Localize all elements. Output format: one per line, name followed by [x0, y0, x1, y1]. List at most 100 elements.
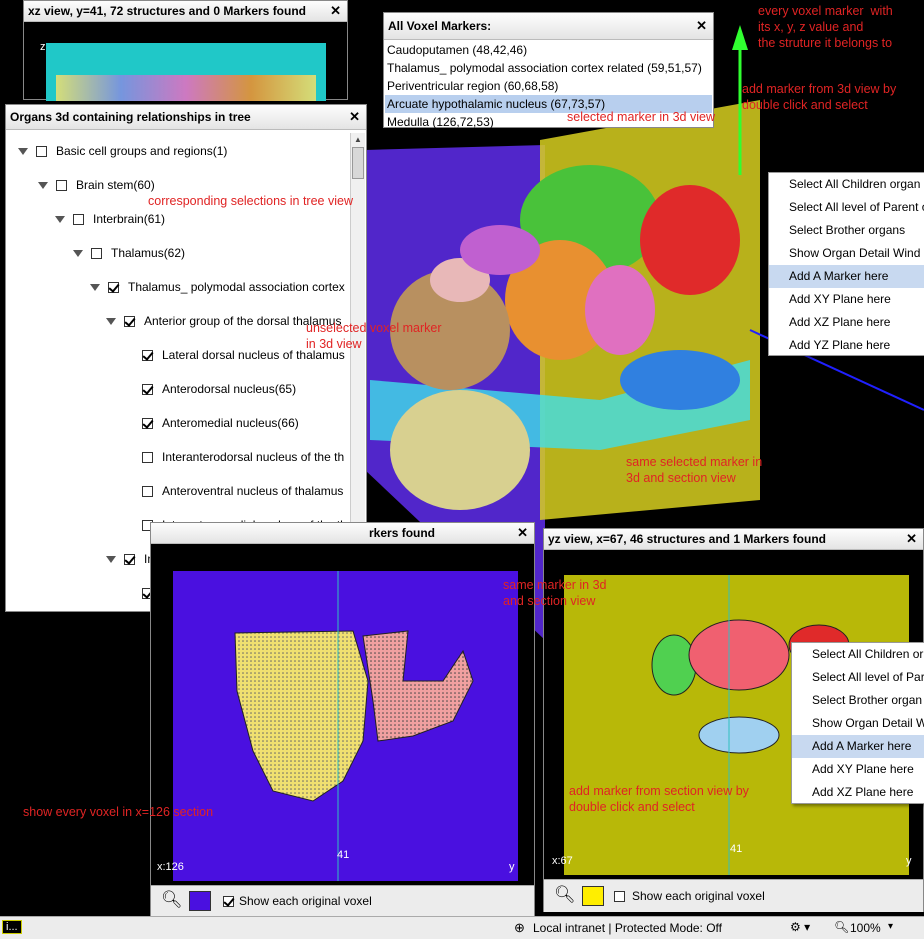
expand-triangle-icon[interactable]	[106, 318, 116, 326]
xz-view-window: xz view, y=41, 72 structures and 0 Marke…	[23, 0, 348, 101]
yz-toolbar: 🔍︎ Show each original voxel	[544, 879, 923, 912]
close-icon[interactable]: ✕	[349, 105, 360, 129]
expand-triangle-icon[interactable]	[38, 182, 48, 190]
globe-icon: ⊕	[514, 920, 525, 935]
yz-y-axis-label: y	[906, 855, 912, 867]
tree-item-checkbox[interactable]	[36, 146, 47, 158]
annotation-same-selected: same selected marker in 3d and section v…	[626, 455, 763, 485]
yz-mid-label: 41	[730, 843, 743, 855]
xz-axis-label: z	[40, 41, 46, 53]
tree-item-checkbox[interactable]	[91, 248, 102, 260]
expand-triangle-icon[interactable]	[106, 556, 116, 564]
expand-triangle-icon[interactable]	[18, 148, 28, 156]
show-voxel-checkbox[interactable]	[614, 889, 634, 903]
tree-item[interactable]: Thalamus_ polymodal association cortex	[90, 277, 345, 297]
menu-item[interactable]: Add XZ Plane here	[792, 781, 924, 804]
menu-item[interactable]: Add XY Plane here	[792, 758, 924, 781]
annotation-same-marker: same marker in 3d and section view	[503, 578, 607, 608]
tree-item-checkbox[interactable]	[73, 214, 84, 226]
tree-item-label: Interbrain(61)	[93, 212, 166, 226]
search-icon[interactable]: 🔍︎	[554, 885, 576, 905]
annotation-add-marker-3d: add marker from 3d view by double click …	[742, 82, 897, 112]
scroll-up-icon[interactable]: ▲	[351, 133, 365, 147]
tree-item-checkbox[interactable]	[124, 554, 135, 566]
xy-section-shapes	[234, 571, 474, 881]
tree-item-checkbox[interactable]	[142, 350, 153, 362]
status-left: i...	[2, 920, 22, 934]
xy-toolbar: 🔍︎ Show each original voxel	[151, 885, 534, 916]
xz-view-title: xz view, y=41, 72 structures and 0 Marke…	[24, 1, 347, 22]
menu-item[interactable]: Select Brother organs	[769, 219, 924, 242]
tree-item-checkbox[interactable]	[142, 486, 153, 498]
tree-item-checkbox[interactable]	[142, 418, 153, 430]
marker-list-item[interactable]: Periventricular region (60,68,58)	[385, 77, 712, 95]
show-voxel-label: Show each original voxel	[632, 889, 765, 903]
zoom-level[interactable]: 100%	[850, 921, 881, 935]
annotation-corresponding: corresponding selections in tree view	[148, 194, 353, 208]
menu-item[interactable]: Select All level of Par	[792, 666, 924, 689]
menu-item[interactable]: Show Organ Detail W	[792, 712, 924, 735]
tree-item[interactable]: Interanterodorsal nucleus of the th	[124, 447, 344, 467]
expand-triangle-icon[interactable]	[73, 250, 83, 258]
yz-green-region	[651, 634, 697, 696]
zoom-icon[interactable]: 🔍︎	[834, 920, 849, 934]
tree-item-label: Anterodorsal nucleus(65)	[162, 382, 297, 396]
menu-item[interactable]: Select Brother organ	[792, 689, 924, 712]
close-icon[interactable]: ✕	[330, 1, 341, 21]
close-icon[interactable]: ✕	[696, 13, 707, 39]
menu-item[interactable]: Add XY Plane here	[769, 288, 924, 311]
tree-item[interactable]: Basic cell groups and regions(1)	[18, 141, 227, 161]
tree-item-checkbox[interactable]	[108, 282, 119, 294]
menu-item[interactable]: Select All Children or	[792, 643, 924, 666]
menu-item[interactable]: Add XZ Plane here	[769, 311, 924, 334]
close-icon[interactable]: ✕	[517, 523, 528, 543]
yz-lightblue-region	[698, 716, 780, 754]
menu-item[interactable]: Select All Children organ	[769, 173, 924, 196]
tree-item[interactable]: Anteroventral nucleus of thalamus	[124, 481, 343, 501]
tree-item[interactable]: Thalamus(62)	[73, 243, 185, 263]
marker-list-item[interactable]: Caudoputamen (48,42,46)	[385, 41, 712, 59]
color-swatch-button[interactable]	[582, 886, 604, 906]
xy-section-canvas[interactable]	[173, 571, 518, 881]
security-icon[interactable]: ⚙ ▾	[790, 920, 810, 934]
context-menu-3d: Select All Children organ Select All leve…	[768, 172, 924, 356]
tree-item-label: Thalamus(62)	[111, 246, 186, 260]
expand-triangle-icon[interactable]	[90, 284, 100, 292]
color-swatch-button[interactable]	[189, 891, 211, 911]
menu-item[interactable]: Select All level of Parent o	[769, 196, 924, 219]
3d-base-blob	[390, 390, 530, 510]
menu-item[interactable]: Add YZ Plane here	[769, 334, 924, 357]
tree-title: Organs 3d containing relationships in tr…	[6, 105, 366, 130]
xy-view-title: rkers found	[151, 523, 534, 544]
expand-triangle-icon[interactable]	[55, 216, 65, 224]
tree-item-checkbox[interactable]	[124, 316, 135, 328]
scroll-thumb[interactable]	[352, 147, 364, 179]
annotation-selected-marker-3d: selected marker in 3d view	[567, 110, 715, 124]
tree-item-checkbox[interactable]	[142, 384, 153, 396]
chevron-down-icon[interactable]: ▾	[888, 921, 893, 932]
annotation-show-every-voxel: show every voxel in x=126 section	[23, 805, 214, 819]
tree-item-label: Interanterodorsal nucleus of the th	[162, 450, 345, 464]
xy-x-label: x:126	[157, 861, 184, 873]
menu-item[interactable]: Show Organ Detail Wind	[769, 242, 924, 265]
tree-item-checkbox[interactable]	[56, 180, 67, 192]
annotation-every-marker: every voxel marker with its x, y, z valu…	[758, 4, 893, 50]
xz-view-blobs	[56, 75, 316, 101]
xy-pink-region	[362, 630, 474, 742]
tree-item[interactable]: Anteromedial nucleus(66)	[124, 413, 299, 433]
3d-blue-blob	[620, 350, 740, 410]
tree-item-checkbox[interactable]	[142, 452, 153, 464]
search-icon[interactable]: 🔍︎	[161, 890, 183, 910]
3d-magenta-blob	[460, 225, 540, 275]
marker-list-item[interactable]: Thalamus_ polymodal association cortex r…	[385, 59, 712, 77]
tree-item[interactable]: Interbrain(61)	[55, 209, 165, 229]
tree-item[interactable]: Brain stem(60)	[38, 175, 155, 195]
xy-yellow-region	[234, 630, 369, 802]
yz-view-title: yz view, x=67, 46 structures and 1 Marke…	[544, 529, 923, 550]
xz-view-canvas[interactable]	[46, 43, 326, 101]
close-icon[interactable]: ✕	[906, 529, 917, 549]
menu-item[interactable]: Add A Marker here	[792, 735, 924, 758]
annotation-add-marker-section: add marker from section view by double c…	[569, 784, 749, 814]
menu-item[interactable]: Add A Marker here	[769, 265, 924, 288]
tree-item[interactable]: Anterodorsal nucleus(65)	[124, 379, 296, 399]
